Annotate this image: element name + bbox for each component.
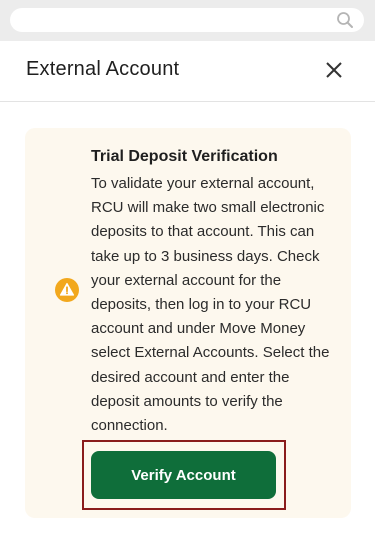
page-header: External Account — [0, 41, 375, 102]
verify-account-button[interactable]: Verify Account — [91, 451, 276, 499]
warning-icon — [55, 278, 79, 302]
search-input[interactable] — [10, 8, 364, 32]
top-bar — [0, 0, 375, 41]
page-title: External Account — [26, 58, 180, 80]
notice-title: Trial Deposit Verification — [91, 148, 278, 165]
close-icon[interactable] — [322, 58, 346, 82]
search-icon[interactable] — [336, 11, 354, 29]
dialog-body: Trial Deposit Verification To validate y… — [0, 102, 375, 535]
notice-text: To validate your external account, RCU w… — [91, 175, 330, 435]
